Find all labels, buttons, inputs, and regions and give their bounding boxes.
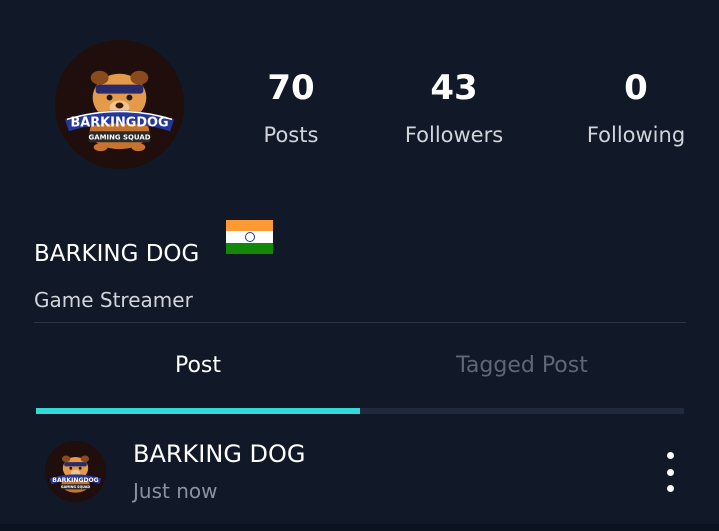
followers-label: Followers [404,123,504,147]
tab-post[interactable]: Post [48,350,348,382]
profile-bio: Game Streamer [34,288,193,312]
divider [34,322,686,323]
posts-stat[interactable]: 70 Posts [221,66,361,150]
posts-count: 70 [267,68,315,108]
tab-active-indicator [36,408,360,414]
barking-dog-logo-icon: BARKINGDOG GAMING SQUAD [45,441,106,502]
india-flag-icon [226,220,273,254]
ashoka-chakra-icon [244,231,255,242]
tab-tagged-post[interactable]: Tagged Post [372,350,672,382]
following-label: Following [586,123,686,147]
logo-subtext: GAMING SQUAD [61,485,90,489]
logo-subtext: GAMING SQUAD [89,134,151,142]
posts-label: Posts [263,123,319,147]
bottom-edge [0,524,719,531]
profile-avatar[interactable]: BARKINGDOG GAMING SQUAD [55,40,184,169]
following-count: 0 [624,68,648,108]
barking-dog-logo-icon: BARKINGDOG GAMING SQUAD [55,40,184,169]
post-timestamp: Just now [133,479,218,503]
post-author-avatar[interactable]: BARKINGDOG GAMING SQUAD [45,441,106,502]
profile-screen: BARKINGDOG GAMING SQUAD 70 Posts 43 Foll… [0,0,719,531]
followers-stat[interactable]: 43 Followers [384,66,524,150]
logo-text: BARKINGDOG [52,477,98,484]
followers-count: 43 [430,68,478,108]
profile-name: BARKING DOG [34,241,200,267]
following-stat[interactable]: 0 Following [566,66,706,150]
post-author-name[interactable]: BARKING DOG [133,438,306,470]
more-vertical-icon [666,452,674,459]
more-options-button[interactable] [656,450,684,494]
logo-text: BARKINGDOG [70,115,168,130]
